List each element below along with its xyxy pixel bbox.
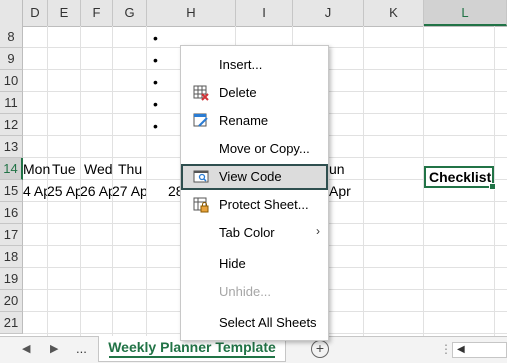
bullet-cell-h12[interactable]: • [153,118,158,134]
add-sheet-button[interactable]: + [311,340,329,358]
protect-sheet-icon [193,197,209,213]
cell-f14[interactable]: Wed [84,161,113,177]
active-tab-underline [109,356,275,358]
gridline [146,26,147,336]
column-header-l[interactable]: L [424,0,507,26]
menu-item-move-copy[interactable]: Move or Copy... [181,136,328,162]
more-tabs-button[interactable]: ... [76,341,87,356]
menu-item-protect-sheet-label: Protect Sheet... [219,197,309,212]
menu-item-select-all-sheets[interactable]: Select All Sheets [181,310,328,336]
row-header-19[interactable]: 19 [0,268,23,290]
menu-item-tab-color-label: Tab Color [219,225,275,240]
cell-e15[interactable]: 25 Apr [47,183,80,199]
tab-scroll-right-icon[interactable]: ▶ [50,342,58,355]
menu-item-select-all-sheets-label: Select All Sheets [219,315,317,330]
view-code-icon [193,170,209,183]
column-header-i[interactable]: I [236,0,293,26]
cell-g15[interactable]: 27 Apr [112,183,146,199]
column-header-k[interactable]: K [364,0,424,26]
row-header-15[interactable]: 15 [0,180,23,202]
column-header-j[interactable]: J [293,0,364,26]
cell-d15[interactable]: 4 Ap [23,183,47,199]
delete-sheet-icon [193,85,209,101]
cell-d14[interactable]: Mon [23,161,50,177]
menu-item-tab-color[interactable]: Tab Color › [181,220,328,246]
gridline [494,26,495,336]
menu-item-rename-label: Rename [219,113,269,128]
bullet-cell-h10[interactable]: • [153,74,158,90]
sheet-tab-context-menu: Insert... Delete Rename Move or Copy... … [180,45,329,341]
sheet-tab-label: Weekly Planner Template [108,339,276,355]
column-header-d[interactable]: D [23,0,48,26]
menu-item-rename[interactable]: Rename [181,108,328,134]
menu-item-insert-label: Insert... [219,57,263,72]
row-header-18[interactable]: 18 [0,246,23,268]
menu-item-unhide-label: Unhide... [219,284,272,299]
menu-item-unhide: Unhide... [181,279,328,305]
menu-item-insert[interactable]: Insert... [181,52,328,78]
gridline [47,26,48,336]
gridline [80,26,81,336]
row-header-16[interactable]: 16 [0,202,23,224]
submenu-chevron-icon: › [316,224,320,238]
cell-g14[interactable]: Thu [118,161,142,177]
gridline [363,26,364,336]
menu-item-delete[interactable]: Delete [181,80,328,106]
scroll-splitter-icon[interactable]: ⋮ [440,342,452,356]
bullet-cell-h8[interactable]: • [153,30,158,46]
horizontal-scrollbar[interactable]: ◀ [452,342,507,358]
rename-sheet-icon [193,113,208,127]
row-header-21[interactable]: 21 [0,312,23,334]
checklist-label: Checklist [429,169,492,185]
menu-item-hide[interactable]: Hide [181,251,328,277]
menu-item-view-code-label: View Code [219,169,282,184]
menu-item-move-copy-label: Move or Copy... [219,141,310,156]
row-header-20[interactable]: 20 [0,290,23,312]
checklist-cell-l14[interactable]: Checklist [424,166,496,190]
scroll-left-arrow-icon[interactable]: ◀ [457,344,465,355]
gridline [112,26,113,336]
row-header-11[interactable]: 11 [0,92,23,114]
select-all-corner[interactable] [0,0,23,26]
column-header-g[interactable]: G [113,0,147,26]
cell-e14[interactable]: Tue [52,161,76,177]
row-header-9[interactable]: 9 [0,48,23,70]
menu-item-view-code[interactable]: View Code [181,164,328,190]
cell-f15[interactable]: 26 Apr [80,183,112,199]
cell-j14[interactable]: un [329,161,345,177]
bullet-cell-h11[interactable]: • [153,96,158,112]
row-header-13[interactable]: 13 [0,136,23,158]
cell-j15[interactable]: Apr [329,183,351,199]
menu-item-hide-label: Hide [219,256,246,271]
column-header-h[interactable]: H [147,0,236,26]
tab-scroll-left-icon[interactable]: ◀ [22,342,30,355]
bullet-cell-h9[interactable]: • [153,52,158,68]
row-header-8[interactable]: 8 [0,26,23,48]
row-header-14[interactable]: 14 [0,158,23,180]
menu-item-protect-sheet[interactable]: Protect Sheet... [181,192,328,218]
row-header-17[interactable]: 17 [0,224,23,246]
row-header-10[interactable]: 10 [0,70,23,92]
row-header-12[interactable]: 12 [0,114,23,136]
fill-handle[interactable] [489,183,496,190]
column-header-e[interactable]: E [48,0,81,26]
menu-item-delete-label: Delete [219,85,257,100]
column-header-f[interactable]: F [81,0,113,26]
